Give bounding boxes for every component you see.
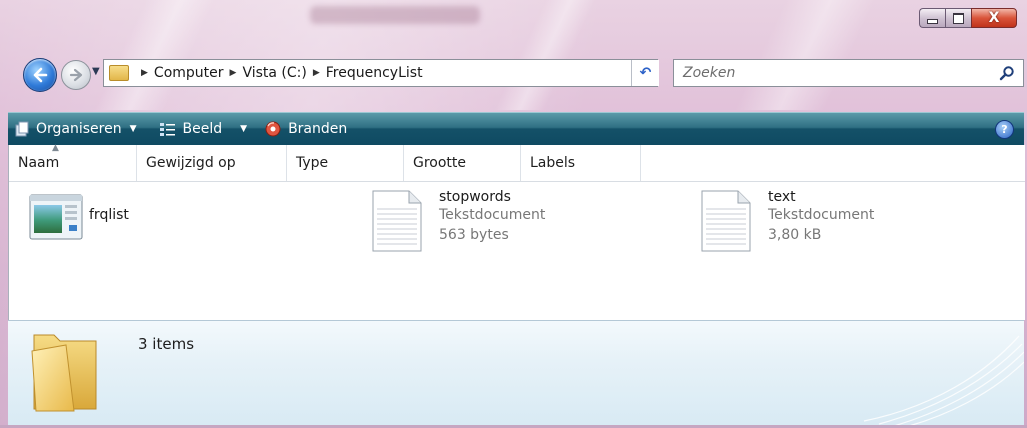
file-name: stopwords: [439, 189, 511, 205]
organize-label: Organiseren: [36, 121, 122, 137]
text-document-icon: [701, 190, 751, 252]
organize-button[interactable]: Organiseren ▼: [8, 113, 143, 145]
breadcrumb-separator[interactable]: ▶: [313, 68, 320, 78]
column-headers: ▲ Naam Gewijzigd op Type Grootte Labels: [9, 143, 1025, 182]
forward-button[interactable]: [61, 60, 91, 90]
search-icon[interactable]: [999, 65, 1015, 81]
back-arrow-icon: [33, 67, 48, 83]
view-label: Beeld: [182, 121, 223, 137]
forward-arrow-icon: [69, 68, 83, 82]
burn-button[interactable]: Branden: [259, 113, 353, 145]
column-header-label: Gewijzigd op: [146, 155, 236, 171]
file-type: Tekstdocument: [768, 207, 875, 223]
window-controls: X: [919, 8, 1017, 28]
minimize-icon: [927, 18, 938, 24]
glass-reflection: [734, 0, 876, 110]
column-header-type[interactable]: Type: [287, 145, 404, 181]
column-header-label: Type: [296, 155, 329, 171]
column-header-label: Naam: [18, 155, 60, 171]
breadcrumb-computer[interactable]: Computer: [154, 65, 224, 81]
chevron-down-icon: ▼: [240, 124, 248, 134]
glass-reflection: [494, 0, 596, 110]
folder-icon: [31, 334, 97, 412]
file-size: 3,80 kB: [768, 227, 822, 243]
column-header-name[interactable]: ▲ Naam: [9, 143, 137, 181]
search-field[interactable]: Zoeken: [673, 59, 1024, 87]
burn-disc-icon: [265, 121, 281, 137]
file-type: Tekstdocument: [439, 207, 546, 223]
file-name: frqlist: [89, 207, 129, 223]
glass-reflection: [94, 0, 216, 110]
organize-icon: [15, 121, 29, 137]
address-bar[interactable]: ▶ Computer ▶ Vista (C:) ▶ FrequencyList …: [103, 59, 658, 87]
details-pane: 3 items: [8, 320, 1024, 426]
maximize-icon: [953, 12, 964, 24]
file-list: ▲ Naam Gewijzigd op Type Grootte Labels: [8, 143, 1025, 320]
application-icon: [29, 194, 83, 240]
maximize-button[interactable]: [945, 8, 971, 28]
breadcrumb-folder[interactable]: FrequencyList: [326, 65, 423, 81]
file-name: text: [768, 189, 796, 205]
minimize-button[interactable]: [919, 8, 945, 28]
file-size: 563 bytes: [439, 227, 509, 243]
close-button[interactable]: X: [971, 8, 1017, 28]
refresh-button[interactable]: ↶: [631, 60, 659, 86]
column-header-size[interactable]: Grootte: [404, 145, 521, 181]
breadcrumb-separator[interactable]: ▶: [141, 68, 148, 78]
close-icon: X: [988, 10, 1000, 26]
column-header-labels[interactable]: Labels: [521, 145, 641, 181]
sort-ascending-icon: ▲: [52, 143, 59, 153]
column-header-label: Grootte: [413, 155, 467, 171]
file-item-frqlist[interactable]: frqlist: [29, 193, 129, 241]
decorative-swoosh: [863, 335, 1024, 426]
column-header-label: Labels: [530, 155, 576, 171]
item-count-label: 3 items: [138, 335, 195, 353]
file-item-stopwords[interactable]: stopwords Tekstdocument 563 bytes: [371, 189, 545, 253]
breadcrumb-drive[interactable]: Vista (C:): [242, 65, 306, 81]
folder-icon: [109, 65, 129, 81]
file-item-text[interactable]: text Tekstdocument 3,80 kB: [700, 189, 874, 253]
text-document-icon: [372, 190, 422, 252]
back-button[interactable]: [23, 58, 57, 92]
command-bar: Organiseren ▼ Beeld ▼ Branden ?: [8, 112, 1024, 145]
help-icon[interactable]: ?: [995, 120, 1014, 139]
breadcrumb-separator[interactable]: ▶: [230, 68, 237, 78]
search-placeholder: Zoeken: [683, 65, 736, 81]
view-button[interactable]: Beeld ▼: [153, 113, 254, 145]
view-icon: [159, 123, 175, 136]
recent-pages-dropdown[interactable]: ▼: [92, 66, 100, 77]
column-header-modified[interactable]: Gewijzigd op: [137, 145, 287, 181]
chevron-down-icon: ▼: [129, 124, 137, 134]
background-blur: [310, 6, 480, 24]
refresh-icon: ↶: [639, 65, 652, 81]
burn-label: Branden: [288, 121, 348, 137]
